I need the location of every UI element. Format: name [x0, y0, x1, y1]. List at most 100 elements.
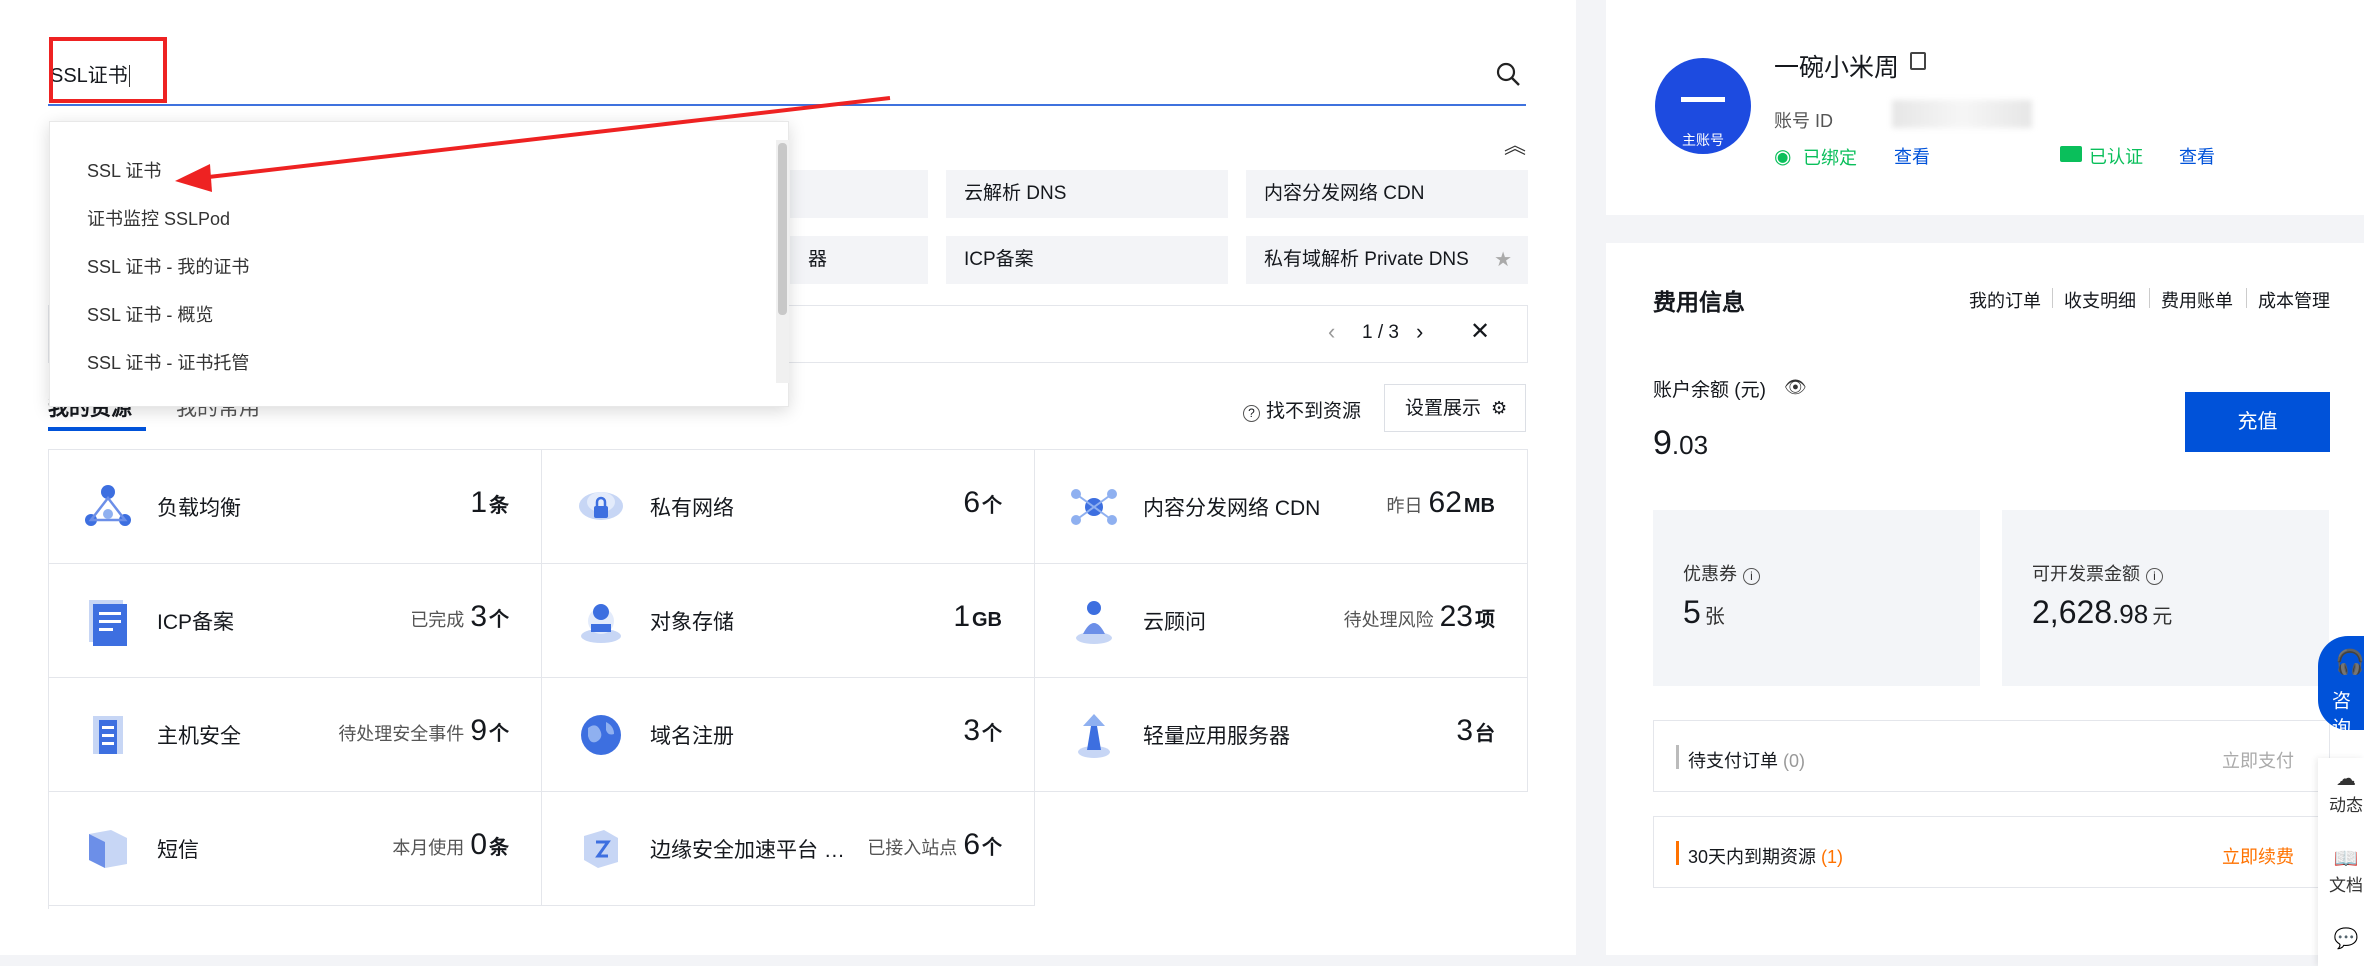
search-icon[interactable]: [1494, 60, 1524, 90]
resource-sub: 已接入站点: [867, 838, 957, 858]
help-icon: ?: [1243, 405, 1260, 422]
coupon-unit: 张: [1705, 606, 1725, 628]
invoice-box[interactable]: 可开发票金额i 2,628.98元: [2002, 510, 2329, 686]
resource-card[interactable]: 轻量应用服务器 3台: [1035, 678, 1528, 792]
resource-unit: 项: [1475, 609, 1495, 631]
gear-icon: ⚙: [1491, 398, 1507, 418]
divider: [2052, 288, 2053, 308]
resource-sub: 昨日: [1387, 496, 1423, 516]
info-icon[interactable]: i: [1743, 568, 1760, 585]
news-button[interactable]: ☁动态: [2326, 766, 2364, 816]
my-orders-link[interactable]: 我的订单: [1969, 287, 2041, 313]
resource-unit: GB: [972, 609, 1002, 631]
resource-card[interactable]: 短信 本月使用0条: [49, 792, 542, 906]
resource-name: 云顾问: [1143, 606, 1206, 636]
active-tab-indicator: [48, 427, 146, 431]
account-id-label: 账号 ID: [1774, 107, 1833, 133]
balance-value: 9.03: [1653, 424, 1708, 463]
wechat-bound-status: 已绑定: [1803, 144, 1857, 170]
resource-count: 1: [470, 486, 487, 519]
resource-card[interactable]: 负载均衡 1条: [49, 450, 542, 564]
resource-card[interactable]: 边缘安全加速平台 … 已接入站点6个: [542, 792, 1035, 906]
suggestion-item[interactable]: SSL 证书 - 概览: [87, 301, 213, 327]
fee-title: 费用信息: [1653, 283, 1745, 317]
invoice-unit: 元: [2152, 606, 2172, 628]
resource-name: 对象存储: [650, 606, 734, 636]
book-icon: 📖: [2326, 846, 2364, 871]
resource-card[interactable]: 对象存储 1GB: [542, 564, 1035, 678]
collapse-icon[interactable]: ︽: [1500, 128, 1530, 158]
not-found-link[interactable]: ?找不到资源: [1243, 396, 1361, 423]
docs-button[interactable]: 📖文档: [2326, 846, 2364, 896]
resource-unit: 台: [1475, 723, 1495, 745]
resource-unit: 个: [982, 495, 1002, 517]
vpc-icon: [574, 480, 628, 534]
invoice-label: 可开发票金额: [2032, 564, 2140, 584]
suggestion-item[interactable]: SSL 证书 - 我的证书: [87, 253, 249, 279]
display-settings-button[interactable]: 设置展示⚙: [1384, 384, 1526, 432]
resource-count: 62: [1429, 486, 1462, 519]
account-id-blurred: [1892, 100, 2032, 128]
transactions-link[interactable]: 收支明细: [2064, 287, 2136, 313]
resource-unit: 条: [489, 495, 509, 517]
eye-icon[interactable]: 👁: [1784, 377, 1807, 398]
cost-management-link[interactable]: 成本管理: [2258, 287, 2330, 313]
divider: [2246, 288, 2247, 308]
resource-sub: 已完成: [410, 610, 464, 630]
edgeone-icon: [574, 822, 628, 876]
cdn-icon: [1067, 480, 1121, 534]
headset-icon: 🎧: [2335, 648, 2364, 677]
pager-text: 1 / 3: [1362, 322, 1399, 344]
pending-orders-row[interactable]: 待支付订单 (0) 立即支付: [1653, 720, 2330, 792]
resource-card[interactable]: 主机安全 待处理安全事件9个: [49, 678, 542, 792]
expiring-resources-row[interactable]: 30天内到期资源 (1) 立即续费: [1653, 816, 2330, 888]
quick-link-icp[interactable]: ICP备案: [946, 236, 1228, 284]
feedback-button[interactable]: 💬: [2326, 926, 2364, 951]
quick-link-cdn[interactable]: 内容分发网络 CDN: [1246, 170, 1528, 218]
lighthouse-icon: [1067, 708, 1121, 762]
view-verification-link[interactable]: 查看: [2179, 143, 2215, 169]
star-icon[interactable]: ★: [1494, 236, 1512, 284]
quick-link-hidden-2[interactable]: 器: [790, 236, 928, 284]
resource-count: 0: [470, 828, 487, 861]
renew-now-link[interactable]: 立即续费: [2222, 843, 2294, 869]
invoice-value: 2,628: [2032, 594, 2112, 630]
row-marker: [1676, 745, 1679, 769]
main-account-badge: 主账号: [1682, 130, 1724, 150]
domain-icon: [574, 708, 628, 762]
resource-sub: 待处理安全事件: [338, 724, 464, 744]
resource-name: 主机安全: [157, 720, 241, 750]
quick-link-private-dns[interactable]: 私有域解析 Private DNS★: [1246, 236, 1528, 284]
resource-unit: 个: [489, 609, 509, 631]
copy-icon[interactable]: [1910, 52, 1926, 70]
resource-unit: 个: [489, 723, 509, 745]
coupon-value: 5: [1683, 594, 1701, 630]
resource-count: 23: [1440, 600, 1473, 633]
info-icon[interactable]: i: [2146, 568, 2163, 585]
chevron-left-icon[interactable]: ‹: [1328, 319, 1335, 345]
message-icon: 💬: [2326, 926, 2364, 951]
resource-card[interactable]: 内容分发网络 CDN 昨日62MB: [1035, 450, 1528, 564]
resource-name: 短信: [157, 834, 199, 864]
resource-count: 6: [963, 828, 980, 861]
resource-sub: 本月使用: [392, 838, 464, 858]
close-icon[interactable]: ✕: [1470, 317, 1490, 346]
resource-card[interactable]: 域名注册 3个: [542, 678, 1035, 792]
coupon-box[interactable]: 优惠券 i 5张: [1653, 510, 1980, 686]
resource-card[interactable]: 私有网络 6个: [542, 450, 1035, 564]
resource-count: 3: [963, 714, 980, 747]
chevron-right-icon[interactable]: ›: [1416, 319, 1423, 345]
load-balancer-icon: [81, 480, 135, 534]
coupon-label: 优惠券: [1683, 564, 1737, 584]
avatar-mark: [1681, 97, 1725, 102]
resource-card[interactable]: 云顾问 待处理风险23项: [1035, 564, 1528, 678]
resource-count: 1: [953, 600, 970, 633]
view-wechat-link[interactable]: 查看: [1894, 143, 1930, 169]
username: 一碗小米周: [1774, 48, 1899, 84]
bills-link[interactable]: 费用账单: [2161, 287, 2233, 313]
resource-name: 边缘安全加速平台 …: [650, 834, 845, 864]
recharge-button[interactable]: 充值: [2185, 392, 2330, 452]
pay-now-link[interactable]: 立即支付: [2222, 747, 2294, 773]
resource-card[interactable]: ICP备案 已完成3个: [49, 564, 542, 678]
suggestion-item[interactable]: SSL 证书 - 证书托管: [87, 349, 249, 375]
